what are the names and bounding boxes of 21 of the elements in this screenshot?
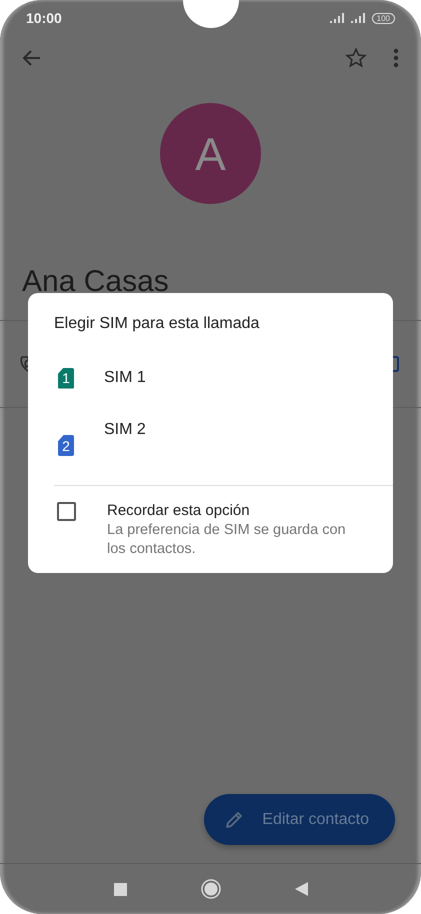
back-icon[interactable]	[294, 882, 308, 896]
battery-level: 100	[372, 12, 395, 24]
more-options-icon[interactable]	[393, 48, 399, 68]
star-icon[interactable]	[345, 47, 367, 69]
contact-name: Ana Casas	[21, 264, 170, 300]
sim-option[interactable]: 1 SIM 1	[28, 343, 393, 413]
pencil-icon	[224, 810, 244, 830]
remember-description: La preferencia de SIM se guarda con los contactos.	[107, 521, 347, 559]
signal-icon	[350, 13, 367, 23]
sim-card-icon: 2	[58, 435, 74, 456]
status-time: 10:00	[26, 10, 62, 26]
remember-label: Recordar esta opción	[107, 502, 251, 519]
back-arrow-icon[interactable]	[21, 49, 41, 67]
contact-avatar: A	[160, 103, 261, 204]
remember-checkbox[interactable]	[57, 502, 76, 521]
signal-icon	[330, 13, 346, 23]
home-icon[interactable]	[200, 879, 220, 899]
dialog-title: Elegir SIM para esta llamada	[53, 315, 260, 333]
recent-apps-icon[interactable]	[114, 882, 126, 896]
sim-option[interactable]: 2 SIM 2	[28, 413, 393, 483]
sim-card-icon: 1	[58, 368, 74, 388]
